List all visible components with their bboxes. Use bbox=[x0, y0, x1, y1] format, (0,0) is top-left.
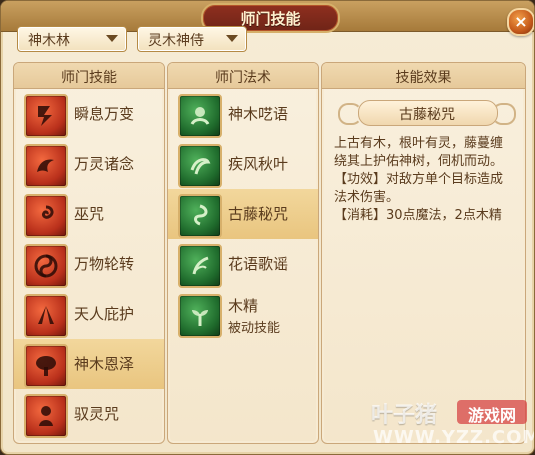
wood-spirit-sprout-icon bbox=[178, 294, 222, 338]
effect-line: 上古有木，根叶有灵，藤蔓缠 bbox=[334, 136, 504, 151]
effect-title-banner: 古藤秘咒 bbox=[334, 97, 520, 127]
spirit-beast-icon bbox=[24, 144, 68, 188]
skills-panel: 师门技能 瞬息万变 万灵诸念 巫咒 万物轮转 天人庇护 神木恩泽 驭灵咒 bbox=[13, 62, 165, 444]
close-icon: × bbox=[514, 12, 528, 31]
school-dropdown-value: 神木林 bbox=[28, 33, 70, 49]
spell-name: 花语歌谣 bbox=[228, 255, 289, 273]
skill-name: 万灵诸念 bbox=[74, 155, 135, 173]
spell-name: 疾风秋叶 bbox=[228, 155, 289, 173]
spell-name: 木精 bbox=[228, 297, 259, 315]
skill-row[interactable]: 巫咒 bbox=[14, 189, 164, 239]
skills-panel-header: 师门技能 bbox=[14, 63, 164, 89]
spell-name: 古藤秘咒 bbox=[228, 205, 289, 223]
close-button[interactable]: × bbox=[507, 8, 534, 36]
skill-row[interactable]: 万物轮转 bbox=[14, 239, 164, 289]
spell-row[interactable]: 花语歌谣 bbox=[168, 239, 318, 289]
skills-panel-title: 师门技能 bbox=[61, 70, 117, 86]
spells-panel-title: 师门法术 bbox=[215, 70, 271, 86]
spirit-control-icon bbox=[24, 394, 68, 438]
lightning-slash-icon bbox=[24, 94, 68, 138]
effect-panel-header: 技能效果 bbox=[322, 63, 525, 89]
category-dropdown[interactable]: 灵木神侍 bbox=[137, 26, 247, 52]
yin-yang-wheel-icon bbox=[24, 244, 68, 288]
category-dropdown-value: 灵木神侍 bbox=[148, 33, 204, 49]
skill-name: 瞬息万变 bbox=[74, 105, 135, 123]
skill-name: 天人庇护 bbox=[74, 305, 135, 323]
skill-row[interactable]: 驭灵咒 bbox=[14, 389, 164, 439]
skill-name: 驭灵咒 bbox=[74, 405, 120, 423]
spell-row-selected[interactable]: 古藤秘咒 bbox=[168, 189, 318, 239]
wind-leaf-icon bbox=[178, 144, 222, 188]
spell-row[interactable]: 木精 被动技能 bbox=[168, 289, 318, 339]
skill-row-selected[interactable]: 神木恩泽 bbox=[14, 339, 164, 389]
flower-song-icon bbox=[178, 244, 222, 288]
spell-row[interactable]: 神木呓语 bbox=[168, 89, 318, 139]
skill-name: 神木恩泽 bbox=[74, 355, 135, 373]
tree-whisper-icon bbox=[178, 94, 222, 138]
skill-row[interactable]: 天人庇护 bbox=[14, 289, 164, 339]
effect-line: 法术伤害。 bbox=[334, 190, 400, 205]
skill-row[interactable]: 瞬息万变 bbox=[14, 89, 164, 139]
effect-line: 绕其上护佑神树，伺机而动。 bbox=[334, 154, 504, 169]
effect-description: 上古有木，根叶有灵，藤蔓缠 绕其上护佑神树，伺机而动。 【功效】对敌方单个目标造… bbox=[334, 135, 522, 225]
effect-panel-title: 技能效果 bbox=[395, 70, 452, 86]
effect-title: 古藤秘咒 bbox=[399, 107, 455, 123]
ancient-vine-icon bbox=[178, 194, 222, 238]
spells-panel: 师门法术 神木呓语 疾风秋叶 古藤秘咒 花语歌谣 木精 被动技能 bbox=[167, 62, 319, 444]
skill-name: 巫咒 bbox=[74, 205, 105, 223]
skill-name: 万物轮转 bbox=[74, 255, 135, 273]
effect-panel: 技能效果 古藤秘咒 上古有木，根叶有灵，藤蔓缠 绕其上护佑神树，伺机而动。 【功… bbox=[321, 62, 526, 444]
effect-line: 【功效】对敌方单个目标造成 bbox=[334, 172, 504, 187]
skills-window: 师门技能 × 神木林 灵木神侍 师门技能 瞬息万变 万灵诸念 巫咒 万物轮转 天… bbox=[0, 0, 535, 455]
chevron-down-icon bbox=[226, 35, 238, 42]
effect-line: 【消耗】30点魔法，2点木精 bbox=[334, 208, 502, 223]
praying-hands-icon bbox=[24, 294, 68, 338]
sacred-tree-icon bbox=[24, 344, 68, 388]
curse-swirl-icon bbox=[24, 194, 68, 238]
spell-name: 神木呓语 bbox=[228, 105, 289, 123]
chevron-down-icon bbox=[106, 35, 118, 42]
spell-subtitle: 被动技能 bbox=[228, 321, 281, 336]
spell-row[interactable]: 疾风秋叶 bbox=[168, 139, 318, 189]
school-dropdown[interactable]: 神木林 bbox=[17, 26, 127, 52]
skill-row[interactable]: 万灵诸念 bbox=[14, 139, 164, 189]
spells-panel-header: 师门法术 bbox=[168, 63, 318, 89]
